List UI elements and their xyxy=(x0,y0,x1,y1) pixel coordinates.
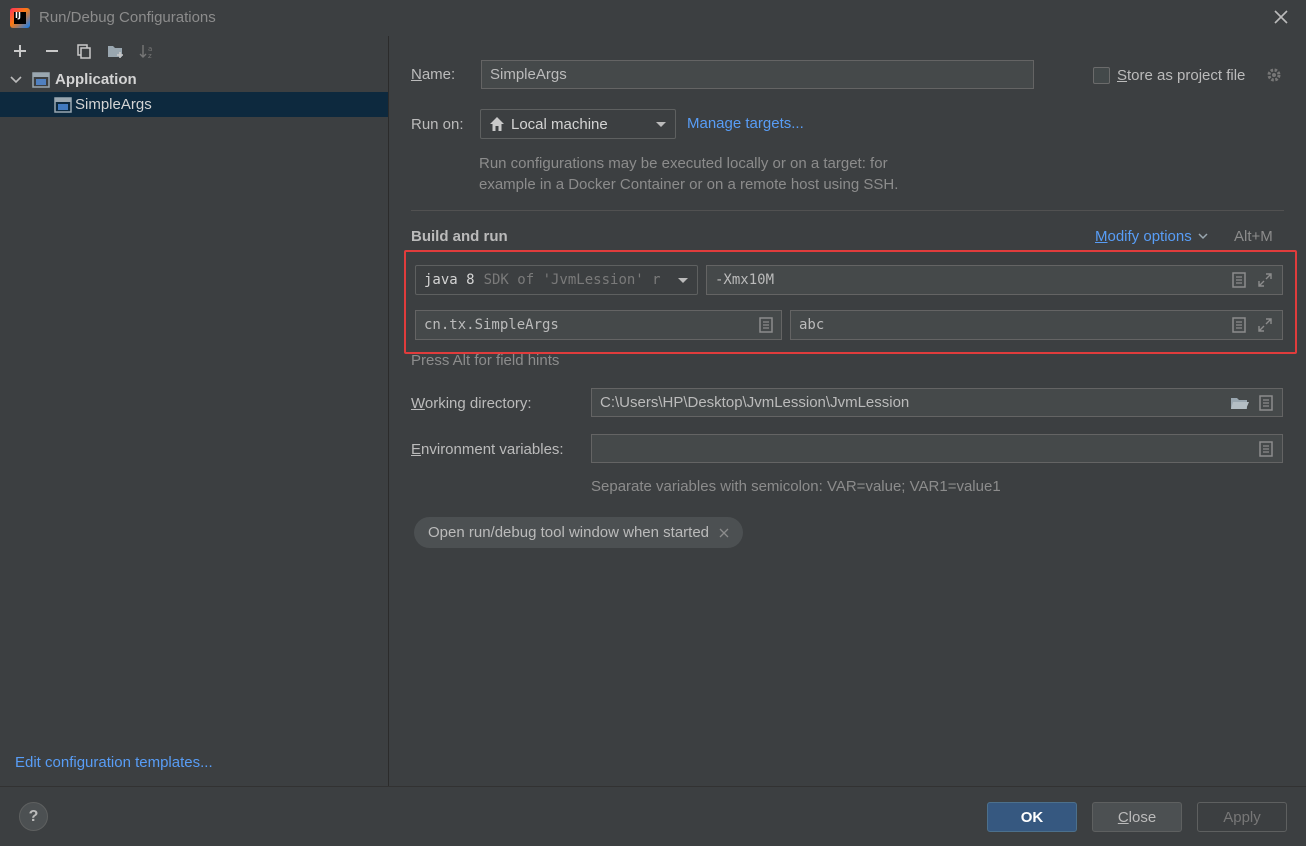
tree-group-application[interactable]: Application xyxy=(0,67,388,92)
intellij-icon: IJ xyxy=(10,8,30,28)
environment-variables-input[interactable] xyxy=(591,434,1283,463)
name-input[interactable]: SimpleArgs xyxy=(481,60,1034,89)
document-icon[interactable] xyxy=(1259,395,1273,411)
sort-icon[interactable]: az xyxy=(136,39,160,63)
svg-text:z: z xyxy=(148,52,152,59)
gear-icon[interactable] xyxy=(1266,67,1282,83)
run-on-hint: Run configurations may be executed local… xyxy=(479,155,899,193)
document-icon[interactable] xyxy=(1259,441,1273,457)
run-on-dropdown[interactable]: Local machine xyxy=(480,109,676,139)
chip-label: Open run/debug tool window when started xyxy=(428,524,710,541)
main-class-value: cn.tx.SimpleArgs xyxy=(424,317,559,333)
document-icon[interactable] xyxy=(759,317,773,333)
jdk-detail-text: SDK of 'JvmLession' r xyxy=(483,272,661,288)
run-on-value: Local machine xyxy=(511,115,608,133)
configuration-form: Name: SimpleArgs Store as project file R… xyxy=(390,36,1306,786)
configurations-panel: az Application SimpleArgs Edit configura… xyxy=(0,36,389,786)
close-icon[interactable] xyxy=(719,528,729,538)
dropdown-arrow-icon xyxy=(656,122,666,127)
name-label: Name: xyxy=(411,66,456,83)
store-as-project-checkbox[interactable] xyxy=(1093,67,1110,84)
modify-options-link[interactable]: Modify options xyxy=(1095,228,1208,245)
working-directory-label: Working directory: xyxy=(411,395,532,412)
main-class-input[interactable]: cn.tx.SimpleArgs xyxy=(415,310,782,340)
help-button[interactable]: ? xyxy=(19,802,48,831)
title-bar: IJ Run/Debug Configurations xyxy=(0,0,1306,36)
working-directory-value: C:\Users\HP\Desktop\JvmLession\JvmLessio… xyxy=(600,394,910,411)
close-icon[interactable] xyxy=(1270,6,1292,28)
environment-variables-hint: Separate variables with semicolon: VAR=v… xyxy=(591,478,1001,495)
environment-variables-label: Environment variables: xyxy=(411,441,564,458)
window-title: Run/Debug Configurations xyxy=(39,9,216,26)
run-on-label: Run on: xyxy=(411,116,464,133)
expand-icon[interactable] xyxy=(1257,317,1273,333)
working-directory-input[interactable]: C:\Users\HP\Desktop\JvmLession\JvmLessio… xyxy=(591,388,1283,417)
tree-item-label: SimpleArgs xyxy=(75,96,152,113)
new-folder-icon[interactable] xyxy=(104,39,128,63)
apply-button[interactable]: Apply xyxy=(1197,802,1287,832)
ok-button[interactable]: OK xyxy=(987,802,1077,832)
program-arguments-input[interactable]: abc xyxy=(790,310,1283,340)
remove-icon[interactable] xyxy=(40,39,64,63)
dropdown-arrow-icon xyxy=(678,278,688,283)
vm-options-value: -Xmx10M xyxy=(715,272,775,288)
section-separator xyxy=(411,210,1284,211)
copy-icon[interactable] xyxy=(72,39,96,63)
modify-options-shortcut: Alt+M xyxy=(1234,228,1273,245)
application-config-icon xyxy=(54,96,72,113)
tree-toolbar: az xyxy=(0,36,388,66)
chevron-down-icon[interactable] xyxy=(9,73,23,87)
close-button[interactable]: Close xyxy=(1092,802,1182,832)
open-tool-window-chip[interactable]: Open run/debug tool window when started xyxy=(414,517,744,548)
dialog-footer: ? OK Close Apply xyxy=(0,786,1306,846)
chevron-down-icon xyxy=(1198,233,1208,240)
expand-icon[interactable] xyxy=(1257,272,1273,288)
document-icon[interactable] xyxy=(1232,272,1246,288)
program-arguments-value: abc xyxy=(799,317,825,333)
home-icon xyxy=(490,117,504,131)
add-icon[interactable] xyxy=(8,39,32,63)
edit-templates-link[interactable]: Edit configuration templates... xyxy=(15,754,213,771)
vm-options-input[interactable]: -Xmx10M xyxy=(706,265,1283,295)
store-as-project-label[interactable]: Store as project file xyxy=(1117,67,1245,84)
name-input-value: SimpleArgs xyxy=(490,66,567,83)
field-hints-text: Press Alt for field hints xyxy=(411,352,560,369)
document-icon[interactable] xyxy=(1232,317,1246,333)
jdk-dropdown[interactable]: java 8 SDK of 'JvmLession' r xyxy=(415,265,698,295)
folder-icon[interactable] xyxy=(1230,395,1250,411)
jdk-main-text: java 8 xyxy=(424,272,475,288)
manage-targets-link[interactable]: Manage targets... xyxy=(687,115,804,132)
application-icon xyxy=(32,71,50,88)
build-and-run-title: Build and run xyxy=(411,228,508,245)
tree-group-label: Application xyxy=(55,71,137,88)
tree-item-simpleargs[interactable]: SimpleArgs xyxy=(0,92,388,117)
